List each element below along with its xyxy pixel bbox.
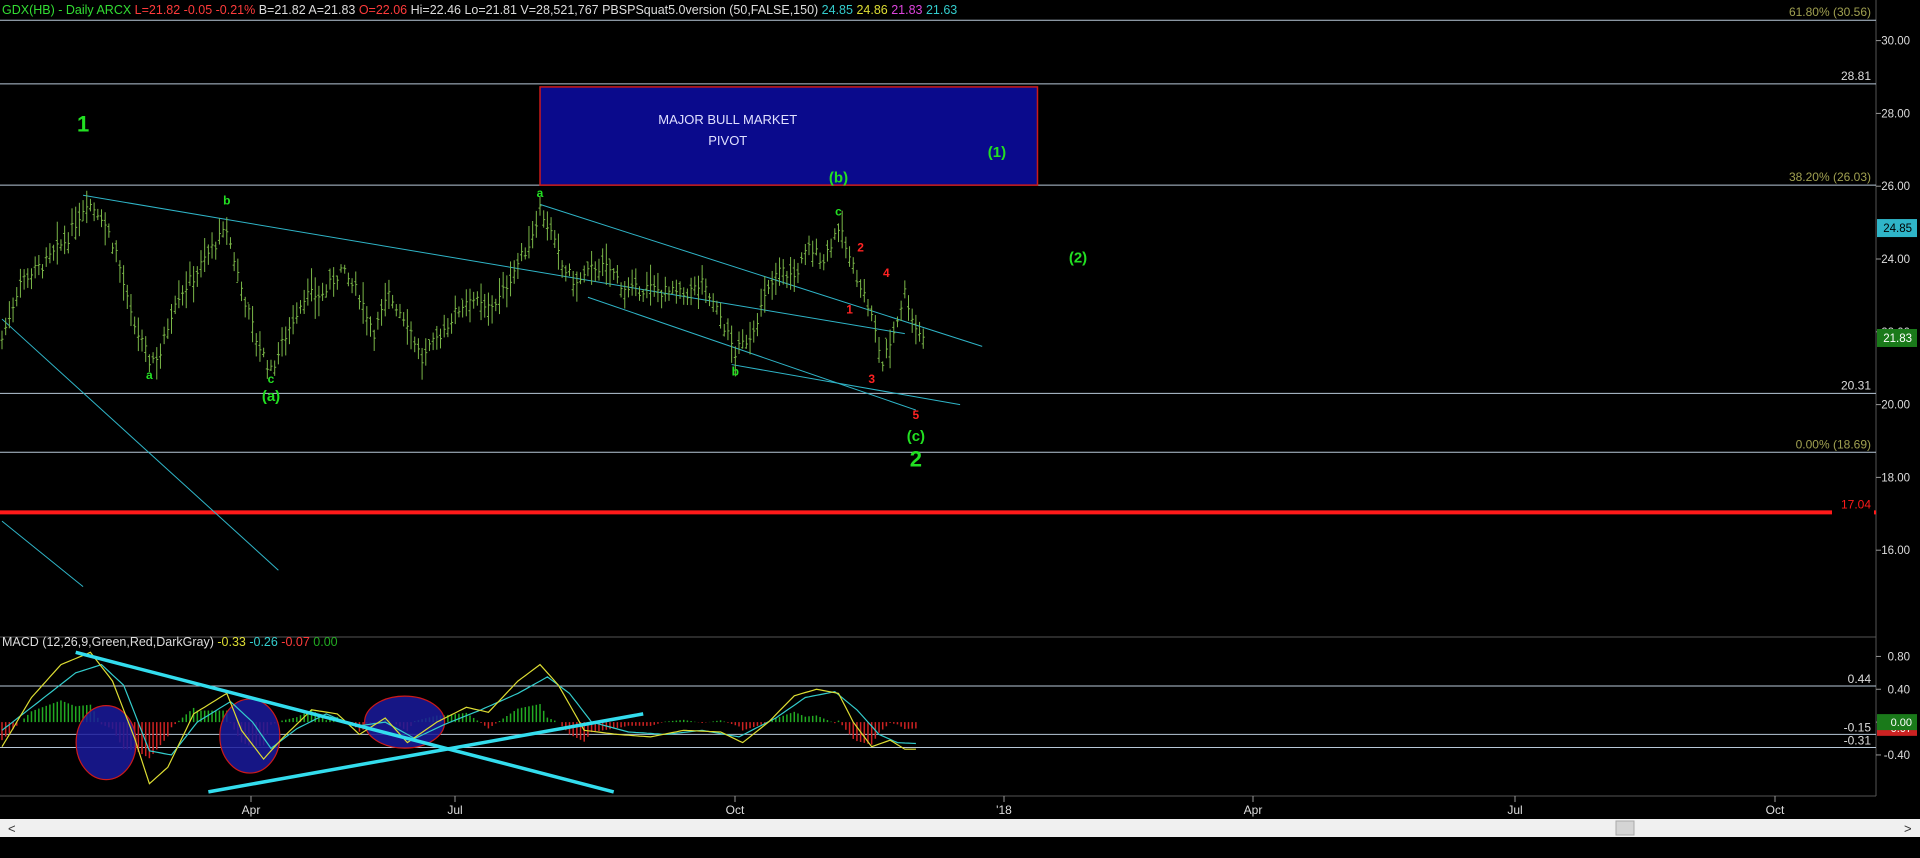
wave-label: a (537, 186, 544, 200)
wave-label: a (146, 368, 153, 382)
header-field-3: O=22.06 (355, 3, 407, 17)
major-bull-market-pivot-box (539, 86, 1039, 186)
x-tick-label: Apr (242, 803, 261, 817)
y-tick-label: 20.00 (1881, 400, 1910, 412)
level-label: 17.04 (1841, 497, 1871, 511)
x-tick-label: Oct (1766, 803, 1785, 817)
level-label: 28.81 (1841, 69, 1871, 83)
header-field-0: GDX(HB) - Daily ARCX (2, 3, 132, 17)
price-tag-label: 24.85 (1883, 223, 1912, 235)
y-tick-label: 24.00 (1881, 254, 1910, 266)
header-field-2: B=21.82 A=21.83 (255, 3, 355, 17)
wave-label: 1 (846, 303, 853, 317)
x-tick-label: '18 (996, 803, 1012, 817)
level-label: 0.00% (18.69) (1796, 437, 1871, 451)
wave-label: (2) (1069, 250, 1087, 267)
wave-label: (b) (829, 170, 848, 187)
wave-label: (c) (907, 428, 925, 445)
wave-label: 1 (77, 112, 89, 137)
y-tick-label: 28.00 (1881, 108, 1910, 120)
header-field-4: Hi=22.46 Lo=21.81 V=28,521,767 (407, 3, 599, 17)
level-label: 38.20% (26.03) (1789, 170, 1871, 184)
x-tick-label: Apr (1244, 803, 1263, 817)
wave-label: 2 (910, 446, 922, 471)
macd-header-field-1: -0.33 (214, 635, 246, 649)
header-field-1: L=21.82 -0.05 -0.21% (131, 3, 255, 17)
wave-label: 3 (868, 372, 875, 386)
wave-label: (a) (262, 388, 280, 405)
macd-tag-label: 0.00 (1891, 717, 1912, 729)
header-field-7: 24.86 (853, 3, 888, 17)
macd-y-label: 0.40 (1888, 684, 1910, 696)
chart-header: GDX(HB) - Daily ARCX L=21.82 -0.05 -0.21… (2, 3, 957, 17)
macd-header-field-4: 0.00 (310, 635, 338, 649)
macd-y-label: 0.80 (1888, 651, 1910, 663)
wave-label: c (835, 204, 842, 218)
x-tick-label: Jul (447, 803, 462, 817)
x-tick-label: Oct (726, 803, 745, 817)
scroll-left-button[interactable]: < (8, 821, 16, 836)
macd-ellipse (219, 698, 281, 774)
wave-label: 4 (883, 266, 890, 280)
header-field-6: 24.85 (818, 3, 853, 17)
header-field-9: 21.63 (923, 3, 958, 17)
y-tick-label: 26.00 (1881, 181, 1910, 193)
x-tick-label: Jul (1507, 803, 1522, 817)
macd-level-label: -0.31 (1844, 734, 1872, 748)
wave-label: b (732, 364, 739, 378)
wave-label: c (268, 372, 275, 386)
price-chart: 61.80% (30.56) 28.81 38.20% (26.03) 20.31 0.… (0, 0, 1920, 858)
pivot-box-line2: PIVOT (708, 133, 747, 148)
header-field-5: PBSPSquat5.0version (50,FALSE,150) (599, 3, 819, 17)
macd-level-label: -0.15 (1844, 720, 1872, 734)
wave-label: (1) (988, 144, 1006, 161)
footer-credit: Created with TradeStation. ©TradeStation… (1456, 842, 1915, 857)
macd-y-label: -0.40 (1884, 750, 1910, 762)
macd-header: MACD (12,26,9,Green,Red,DarkGray) -0.33 … (2, 635, 338, 649)
macd-ellipse (75, 705, 137, 781)
header-field-8: 21.83 (888, 3, 923, 17)
wave-label: b (223, 193, 230, 207)
macd-header-field-0: MACD (12,26,9,Green,Red,DarkGray) (2, 635, 214, 649)
price-tag-label: 21.83 (1883, 333, 1912, 345)
y-tick-label: 30.00 (1881, 36, 1910, 48)
wave-label: 2 (857, 241, 864, 255)
macd-level-label: 0.44 (1848, 672, 1872, 686)
macd-header-field-3: -0.07 (278, 635, 310, 649)
level-label: 61.80% (30.56) (1789, 5, 1871, 19)
y-tick-label: 18.00 (1881, 472, 1910, 484)
level-label: 20.31 (1841, 378, 1871, 392)
pivot-zone: MAJOR BULL MARKET PIVOT (539, 86, 1039, 186)
pivot-box-line1: MAJOR BULL MARKET (658, 112, 797, 127)
wave-label: 5 (913, 408, 920, 422)
macd-header-field-2: -0.26 (246, 635, 278, 649)
y-tick-label: 16.00 (1881, 545, 1910, 557)
scroll-thumb[interactable] (1615, 820, 1635, 836)
scroll-right-button[interactable]: > (1904, 821, 1912, 836)
